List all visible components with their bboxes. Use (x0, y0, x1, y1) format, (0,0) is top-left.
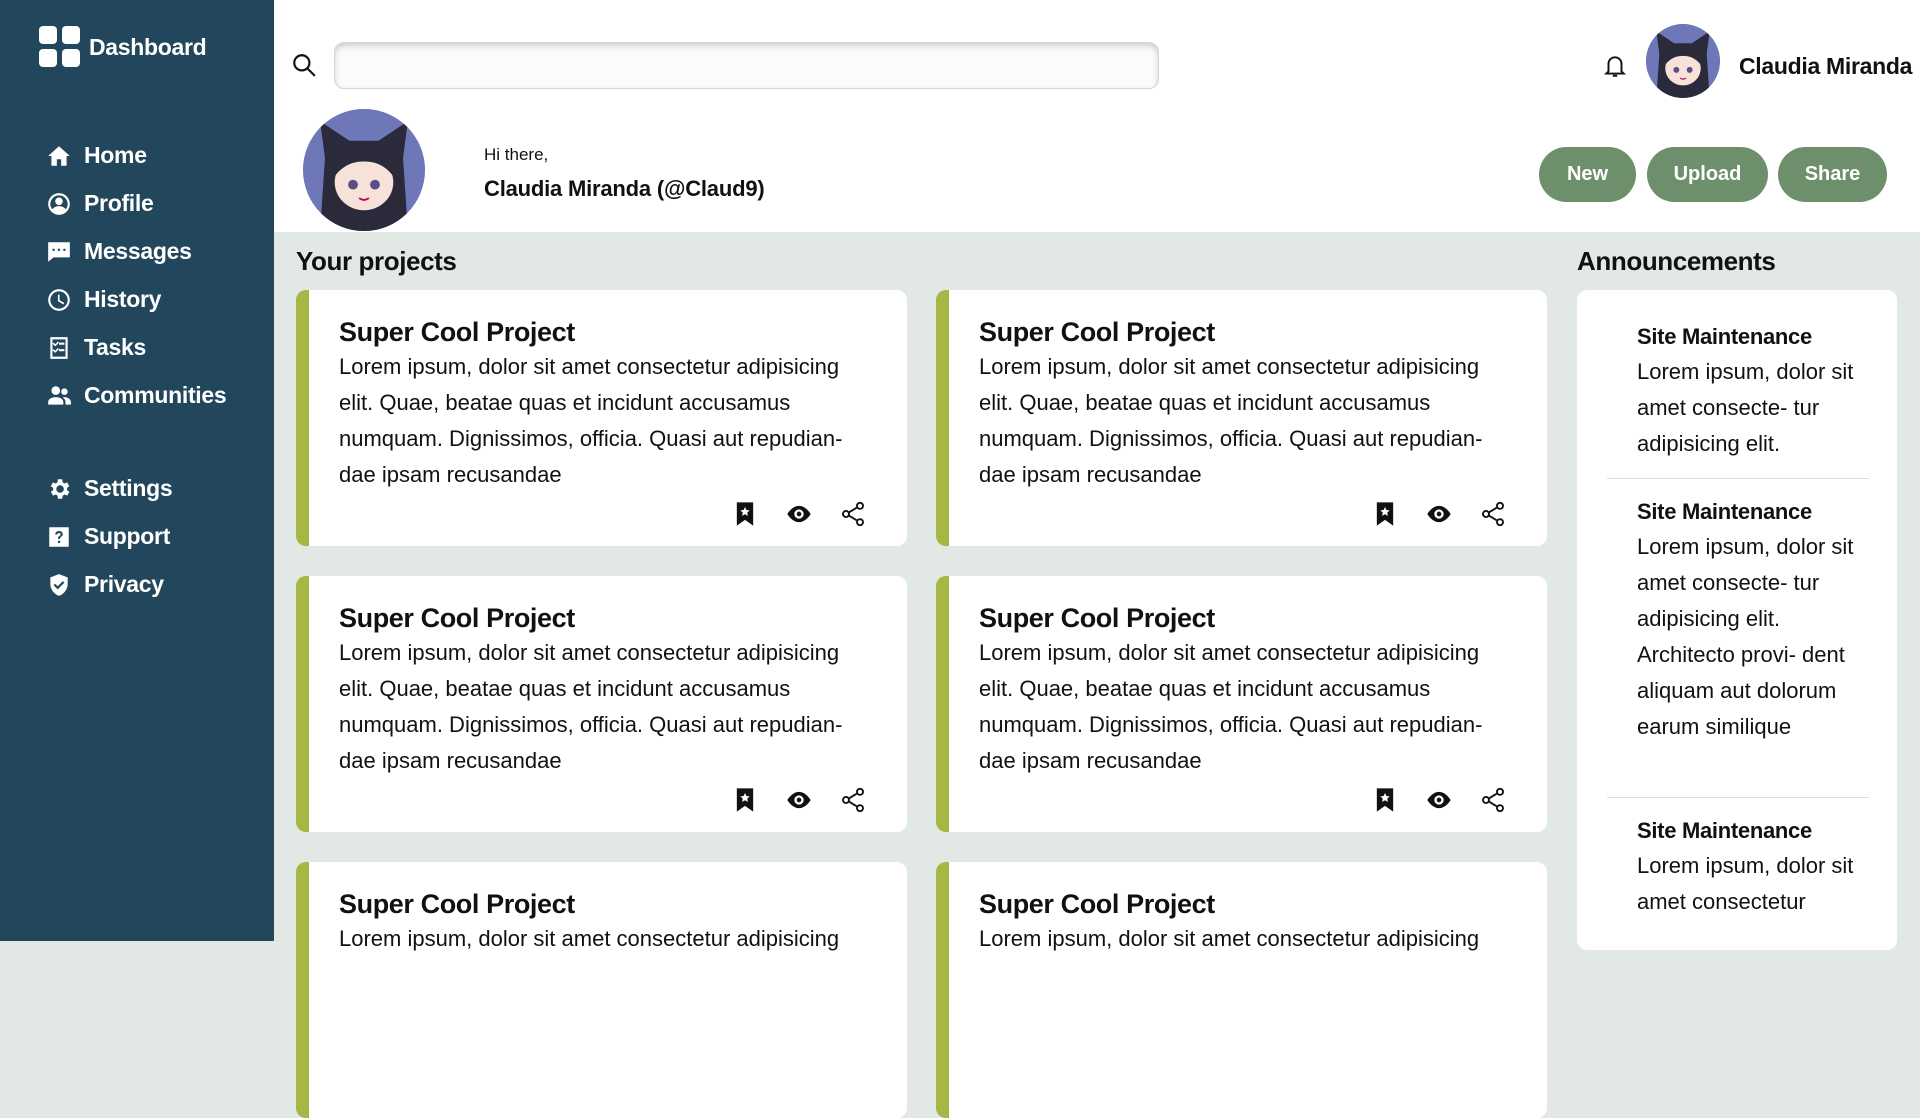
project-card[interactable]: Super Cool Project Lorem ipsum, dolor sit… (296, 290, 907, 546)
bookmark-icon[interactable] (1371, 500, 1399, 528)
dashboard-grid-icon (39, 26, 81, 68)
bell-icon[interactable] (1602, 52, 1628, 80)
new-button[interactable]: New (1539, 147, 1636, 202)
project-title: Super Cool Project (979, 889, 1215, 919)
sidebar-item-label: Home (84, 142, 147, 168)
share-icon[interactable] (839, 500, 867, 528)
bookmark-icon[interactable] (1371, 786, 1399, 814)
sidebar-item-label: Profile (84, 190, 154, 216)
announcement-body: Lorem ipsum, dolor sit amet consectetur (1637, 853, 1854, 914)
sidebar-item-label: Privacy (84, 571, 164, 597)
sidebar-item-home[interactable]: Home (46, 142, 147, 169)
divider (1607, 797, 1869, 798)
upload-button[interactable]: Upload (1647, 147, 1768, 202)
sidebar-item-history[interactable]: History (46, 286, 161, 313)
project-card[interactable]: Super Cool Project Lorem ipsum, dolor sit… (296, 862, 907, 1118)
project-title: Super Cool Project (339, 603, 575, 633)
sidebar-item-tasks[interactable]: Tasks (46, 334, 146, 361)
profile-icon (48, 192, 70, 215)
greeting-label: Hi there, (484, 145, 549, 164)
avatar-illustration (1646, 24, 1720, 98)
avatar-illustration (303, 109, 425, 231)
card-actions (705, 786, 867, 814)
sidebar: Dashboard Home Profile Messages History … (0, 0, 274, 941)
project-card[interactable]: Super Cool Project Lorem ipsum, dolor sit… (936, 862, 1547, 1118)
bookmark-icon[interactable] (731, 500, 759, 528)
project-description: Lorem ipsum, dolor sit amet consectetur … (339, 354, 843, 487)
avatar[interactable] (1646, 24, 1720, 98)
announcement-title: Site Maintenance (1637, 818, 1812, 843)
project-description: Lorem ipsum, dolor sit amet consectetur … (339, 926, 840, 951)
project-card[interactable]: Super Cool Project Lorem ipsum, dolor sit… (936, 576, 1547, 832)
announcement-item[interactable]: Site Maintenance Lorem ipsum, dolor sit … (1637, 324, 1857, 462)
sidebar-item-label: Messages (84, 238, 192, 264)
share-icon[interactable] (839, 786, 867, 814)
announcement-item[interactable]: Site Maintenance Lorem ipsum, dolor sit … (1637, 818, 1857, 920)
eye-icon[interactable] (785, 786, 813, 814)
announcement-body: Lorem ipsum, dolor sit amet consecte- tu… (1637, 359, 1854, 456)
card-actions (1345, 786, 1507, 814)
sidebar-item-label: Support (84, 523, 171, 549)
eye-icon[interactable] (785, 500, 813, 528)
announcement-title: Site Maintenance (1637, 499, 1812, 524)
profile-avatar (303, 109, 425, 231)
sidebar-item-privacy[interactable]: Privacy (46, 571, 164, 598)
project-description: Lorem ipsum, dolor sit amet consectetur … (979, 926, 1480, 951)
announcements-title: Announcements (1577, 246, 1776, 276)
share-icon[interactable] (1479, 786, 1507, 814)
project-title: Super Cool Project (979, 603, 1215, 633)
communities-icon (48, 385, 71, 405)
history-icon (48, 288, 70, 311)
home-icon (48, 145, 70, 166)
sidebar-item-label: History (84, 286, 162, 312)
project-description: Lorem ipsum, dolor sit amet consectetur … (979, 354, 1483, 487)
announcements-panel: Site Maintenance Lorem ipsum, dolor sit … (1577, 290, 1897, 950)
brand-label: Dashboard (89, 33, 207, 60)
tasks-icon (50, 336, 68, 359)
eye-icon[interactable] (1425, 500, 1453, 528)
help-icon (49, 526, 69, 547)
user-name[interactable]: Claudia Miranda (1739, 53, 1912, 80)
project-card[interactable]: Super Cool Project Lorem ipsum, dolor sit… (936, 290, 1547, 546)
gear-icon (50, 478, 70, 499)
announcement-item[interactable]: Site Maintenance Lorem ipsum, dolor sit … (1637, 499, 1857, 745)
card-actions (705, 500, 867, 528)
project-description: Lorem ipsum, dolor sit amet consectetur … (339, 640, 843, 773)
sidebar-item-label: Tasks (84, 334, 147, 360)
sidebar-item-communities[interactable]: Communities (46, 382, 227, 409)
sidebar-item-settings[interactable]: Settings (46, 475, 173, 502)
messages-icon (48, 241, 70, 262)
shield-icon (50, 573, 68, 596)
sidebar-item-label: Settings (84, 475, 173, 501)
sidebar-item-profile[interactable]: Profile (46, 190, 154, 217)
announcement-body: Lorem ipsum, dolor sit amet consecte- tu… (1637, 534, 1854, 739)
search-input[interactable] (334, 42, 1159, 89)
sidebar-item-support[interactable]: Support (46, 523, 170, 550)
divider (1607, 478, 1869, 479)
share-icon[interactable] (1479, 500, 1507, 528)
project-description: Lorem ipsum, dolor sit amet consectetur … (979, 640, 1483, 773)
brand[interactable]: Dashboard (39, 26, 207, 68)
sidebar-item-label: Communities (84, 382, 227, 408)
bookmark-icon[interactable] (731, 786, 759, 814)
eye-icon[interactable] (1425, 786, 1453, 814)
share-button[interactable]: Share (1778, 147, 1887, 202)
projects-title: Your projects (296, 246, 457, 276)
card-actions (1345, 500, 1507, 528)
project-title: Super Cool Project (339, 317, 575, 347)
announcement-title: Site Maintenance (1637, 324, 1812, 349)
project-title: Super Cool Project (339, 889, 575, 919)
greeting-user-name: Claudia Miranda (@Claud9) (484, 176, 765, 201)
sidebar-item-messages[interactable]: Messages (46, 238, 192, 265)
project-card[interactable]: Super Cool Project Lorem ipsum, dolor sit… (296, 576, 907, 832)
search-icon[interactable] (291, 52, 317, 78)
project-title: Super Cool Project (979, 317, 1215, 347)
